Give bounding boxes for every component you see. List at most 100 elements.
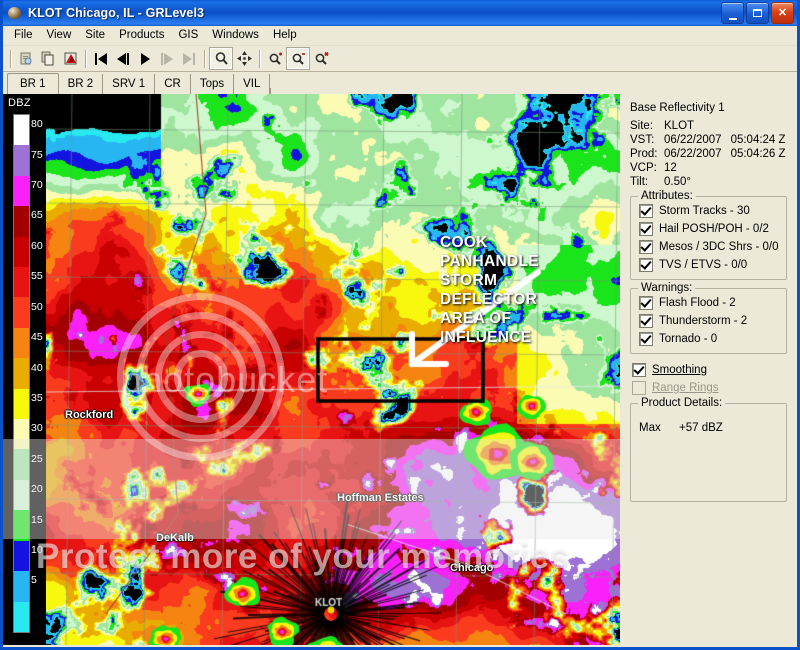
annotation-line-6: INFLUENCE <box>440 329 532 346</box>
layers-icon[interactable] <box>37 48 59 69</box>
product-title: Base Reflectivity 1 <box>630 102 725 114</box>
dbz-band-70 <box>14 175 29 207</box>
tab-srv1[interactable]: SRV 1 <box>103 74 156 94</box>
last-frame-button[interactable] <box>178 48 200 69</box>
checkbox-thunderstorm[interactable]: Thunderstorm - 2 <box>639 314 780 328</box>
dbz-band-25 <box>14 449 29 480</box>
minimize-button[interactable] <box>721 2 744 24</box>
dbz-tick-60: 60 <box>31 239 43 252</box>
radar-dish-icon <box>7 5 23 21</box>
tab-br1[interactable]: BR 1 <box>7 73 59 95</box>
flash-flood-checkbox-icon[interactable] <box>639 296 653 310</box>
previous-frame-button[interactable] <box>112 48 134 69</box>
field-vst-date: 06/22/2007 <box>664 134 722 146</box>
maximize-button[interactable] <box>746 2 769 24</box>
pan-icon[interactable] <box>233 48 255 69</box>
field-vcp-label: VCP: <box>630 162 657 174</box>
window-title: KLOT Chicago, IL - GRLevel3 <box>28 6 205 20</box>
tornado-checkbox-icon[interactable] <box>639 332 653 346</box>
city-label-rockford: Rockford <box>65 409 114 421</box>
application-window: KLOT Chicago, IL - GRLevel3 ✕ File View … <box>0 0 800 650</box>
menu-item-file[interactable]: File <box>7 27 40 44</box>
hail-label: Hail POSH/POH - 0/2 <box>659 223 769 235</box>
magnifier-icon[interactable] <box>209 47 233 70</box>
mesos-label: Mesos / 3DC Shrs - 0/0 <box>659 241 779 253</box>
range-rings-checkbox-icon[interactable] <box>632 381 646 395</box>
dbz-tick-75: 75 <box>31 148 43 161</box>
checkbox-hail-posh-poh[interactable]: Hail POSH/POH - 0/2 <box>639 222 780 236</box>
annotation-line-3: STORM <box>440 272 498 289</box>
zoom-reset-icon[interactable] <box>310 48 332 69</box>
dbz-band-5 <box>14 571 29 602</box>
menu-bar: File View Site Products GIS Windows Help <box>3 26 797 46</box>
checkbox-range-rings[interactable]: Range Rings <box>632 381 787 395</box>
main-area: DBZ 80 75 70 65 60 55 50 45 40 35 30 25 20 15 10 5 Rock… <box>3 94 797 645</box>
menu-item-site[interactable]: Site <box>78 27 112 44</box>
attributes-legend: Attributes: <box>638 190 696 202</box>
field-vcp-value: 12 <box>664 162 677 174</box>
tvs-checkbox-icon[interactable] <box>639 258 653 272</box>
first-frame-button[interactable] <box>90 48 112 69</box>
field-tilt-value: 0.50° <box>664 176 691 188</box>
toolbar-separator <box>204 49 205 68</box>
dbz-tick-35: 35 <box>31 391 43 404</box>
dbz-band-0 <box>14 601 29 632</box>
dbz-band-80 <box>14 115 29 146</box>
checkbox-tvs-etvs[interactable]: TVS / ETVS - 0/0 <box>639 258 780 272</box>
menu-item-windows[interactable]: Windows <box>205 27 266 44</box>
thunderstorm-checkbox-icon[interactable] <box>639 314 653 328</box>
storm-tracks-label: Storm Tracks - 30 <box>659 205 750 217</box>
checkbox-tornado[interactable]: Tornado - 0 <box>639 332 780 346</box>
copy-icon[interactable] <box>15 48 37 69</box>
annotation-line-2: PANHANDLE <box>440 253 539 270</box>
radar-canvas[interactable] <box>46 94 620 645</box>
tab-br2[interactable]: BR 2 <box>59 74 104 94</box>
city-label-dekalb: DeKalb <box>156 532 194 544</box>
max-label: Max <box>639 422 661 434</box>
product-tab-bar: BR 1 BR 2 SRV 1 CR Tops VIL <box>3 72 797 95</box>
attributes-group: Attributes: Storm Tracks - 30 Hail POSH/… <box>630 190 787 280</box>
checkbox-flash-flood[interactable]: Flash Flood - 2 <box>639 296 780 310</box>
zoom-in-icon[interactable] <box>264 48 286 69</box>
smoothing-checkbox-icon[interactable] <box>632 363 646 377</box>
radar-display[interactable]: DBZ 80 75 70 65 60 55 50 45 40 35 30 25 20 15 10 5 Rock… <box>3 94 620 645</box>
annotation-line-5: AREA OF <box>440 310 512 327</box>
menu-item-view[interactable]: View <box>40 27 79 44</box>
checkbox-mesos-3dcshrs[interactable]: Mesos / 3DC Shrs - 0/0 <box>639 240 780 254</box>
storm-tracks-checkbox-icon[interactable] <box>639 204 653 218</box>
dbz-scale-bar <box>13 114 30 633</box>
field-vcp: VCP: 12 <box>630 162 789 174</box>
dbz-tick-45: 45 <box>31 331 43 344</box>
menu-item-gis[interactable]: GIS <box>171 27 205 44</box>
dbz-tick-55: 55 <box>31 270 43 283</box>
alert-icon[interactable] <box>59 48 81 69</box>
hail-checkbox-icon[interactable] <box>639 222 653 236</box>
dbz-band-45 <box>14 327 29 359</box>
mesos-checkbox-icon[interactable] <box>639 240 653 254</box>
dbz-tick-50: 50 <box>31 300 43 313</box>
next-frame-button[interactable] <box>156 48 178 69</box>
tab-tops[interactable]: Tops <box>191 74 235 94</box>
dbz-band-75 <box>14 145 29 176</box>
tab-vil[interactable]: VIL <box>234 74 271 94</box>
dbz-tick-25: 25 <box>31 452 43 465</box>
menu-item-help[interactable]: Help <box>266 27 304 44</box>
product-details-group: Product Details: Max +57 dBZ <box>630 397 787 502</box>
product-details-legend: Product Details: <box>638 397 726 409</box>
checkbox-smoothing[interactable]: Smoothing <box>632 363 787 377</box>
dbz-band-20 <box>14 479 29 511</box>
product-details-row-max: Max +57 dBZ <box>639 422 780 434</box>
zoom-out-icon[interactable] <box>286 47 310 70</box>
field-prod: Prod: 06/22/2007 05:04:26 Z <box>630 148 789 160</box>
tornado-label: Tornado - 0 <box>659 333 718 345</box>
dbz-scale-ticks: 80 75 70 65 60 55 50 45 40 35 30 25 20 15 10 5 <box>31 114 49 633</box>
menu-item-products[interactable]: Products <box>112 27 171 44</box>
checkbox-storm-tracks[interactable]: Storm Tracks - 30 <box>639 204 780 218</box>
tab-cr[interactable]: CR <box>155 74 191 94</box>
toolbar-separator <box>259 49 260 68</box>
play-button[interactable] <box>134 48 156 69</box>
dbz-tick-80: 80 <box>31 118 43 131</box>
field-vst-time: 05:04:24 Z <box>730 134 786 146</box>
close-button[interactable]: ✕ <box>771 2 794 24</box>
field-tilt-label: Tilt: <box>630 176 649 188</box>
